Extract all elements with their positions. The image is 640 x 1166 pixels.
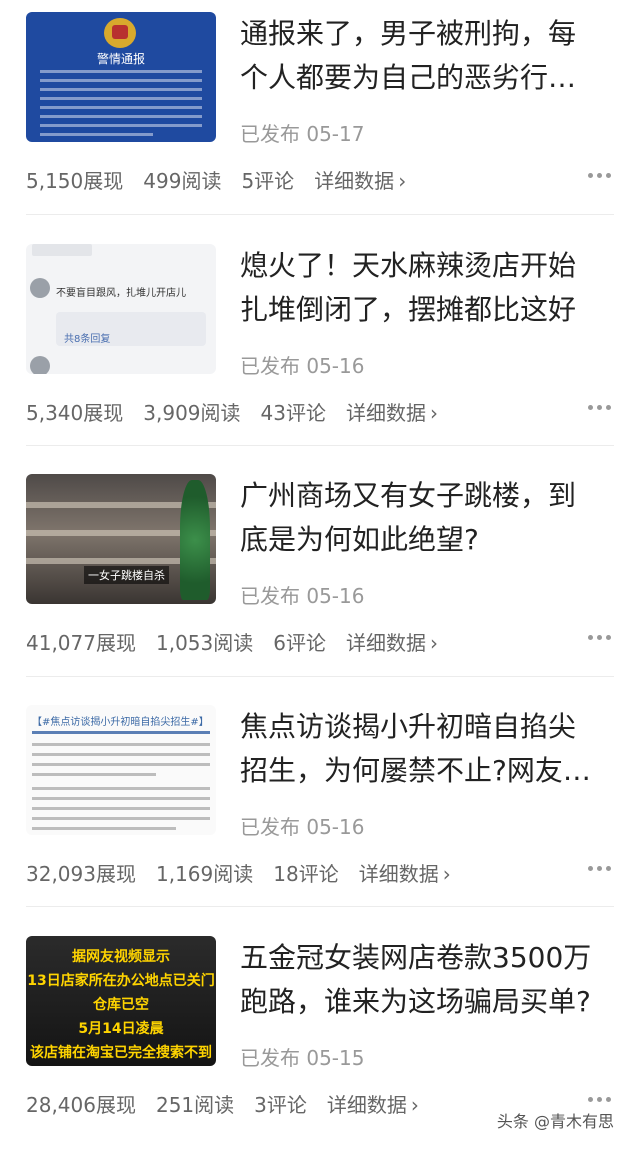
thumbnail-caption: 不要盲目跟风，扎堆儿开店儿 bbox=[56, 288, 186, 299]
more-dots-icon[interactable] bbox=[584, 392, 614, 422]
detail-data-link[interactable]: 详细数据 › bbox=[314, 165, 426, 194]
detail-data-link[interactable]: 详细数据 › bbox=[346, 397, 458, 426]
detail-data-link[interactable]: 详细数据 › bbox=[359, 858, 471, 887]
reads-count: 251阅读 bbox=[155, 1092, 235, 1117]
comments-count: 6评论 bbox=[273, 630, 326, 655]
more-dots-icon[interactable] bbox=[584, 622, 614, 652]
divider bbox=[26, 214, 614, 215]
article-thumbnail[interactable]: 警情通报 bbox=[26, 12, 216, 142]
article-thumbnail[interactable]: 不要盲目跟风，扎堆儿开店儿 共8条回复 bbox=[26, 244, 216, 374]
thumbnail-caption-line: 仓库已空 bbox=[93, 997, 149, 1013]
divider bbox=[26, 445, 614, 446]
publish-date: 已发布 05-16 bbox=[240, 584, 365, 608]
detail-data-link[interactable]: 详细数据 › bbox=[346, 627, 458, 656]
comments-count: 43评论 bbox=[260, 400, 326, 425]
more-dots-icon[interactable] bbox=[584, 853, 614, 883]
article-stats: 32,093展现 1,169阅读 18评论 详细数据 › bbox=[26, 857, 614, 887]
divider bbox=[26, 676, 614, 677]
article-thumbnail[interactable]: 【#焦点访谈揭小升初暗自掐尖招生#】 bbox=[26, 705, 216, 835]
article-title[interactable]: 广州商场又有女子跳楼，到底是为何如此绝望? bbox=[240, 474, 600, 562]
detail-data-label: 详细数据 bbox=[358, 861, 439, 886]
article-title[interactable]: 焦点访谈揭小升初暗自掐尖招生，为何屡禁不止?网友… bbox=[240, 705, 600, 793]
detail-data-label: 详细数据 bbox=[345, 400, 426, 425]
watermark-text: 头条 @青木有思 bbox=[496, 1112, 614, 1131]
reads-count: 1,169阅读 bbox=[155, 861, 254, 886]
divider bbox=[26, 906, 614, 907]
publish-date: 已发布 05-17 bbox=[240, 122, 365, 146]
chevron-right-icon: › bbox=[442, 861, 451, 886]
publish-date: 已发布 05-15 bbox=[240, 1046, 365, 1070]
article-title[interactable]: 五金冠女装网店卷款3500万跑路，谁来为这场骗局买单? bbox=[240, 936, 600, 1024]
thumbnail-caption: 【#焦点访谈揭小升初暗自掐尖招生#】 bbox=[32, 717, 209, 728]
chevron-right-icon: › bbox=[410, 1092, 419, 1117]
views-count: 5,340展现 bbox=[26, 400, 124, 425]
reads-count: 3,909阅读 bbox=[143, 400, 241, 425]
avatar bbox=[30, 356, 50, 374]
thumbnail-caption-line: 13日店家所在办公地点已关门 bbox=[27, 973, 215, 989]
reads-count: 499阅读 bbox=[143, 168, 222, 193]
article-item[interactable]: 不要盲目跟风，扎堆儿开店儿 共8条回复 熄火了！天水麻辣烫店开始扎堆倒闭了，摆摊… bbox=[26, 244, 614, 474]
views-count: 41,077展现 bbox=[26, 630, 136, 655]
chevron-right-icon: › bbox=[398, 168, 407, 193]
chevron-right-icon: › bbox=[429, 630, 438, 655]
comments-count: 3评论 bbox=[254, 1092, 307, 1117]
comments-count: 18评论 bbox=[273, 861, 339, 886]
comments-count: 5评论 bbox=[241, 168, 295, 193]
watermark: 头条 @青木有思 bbox=[497, 1108, 614, 1132]
thumbnail-caption-line: 5月14日凌晨 bbox=[78, 1021, 164, 1037]
article-thumbnail[interactable]: 一女子跳楼自杀 bbox=[26, 474, 216, 604]
publish-date: 已发布 05-16 bbox=[240, 815, 365, 839]
detail-data-label: 详细数据 bbox=[345, 630, 426, 655]
thumbnail-caption-line: 该店铺在淘宝已完全搜索不到 bbox=[30, 1045, 212, 1061]
chevron-right-icon: › bbox=[429, 400, 438, 425]
article-item[interactable]: 警情通报 通报来了，男子被刑拘，每个人都要为自己的恶劣行… 已发布 05-17 … bbox=[26, 12, 614, 242]
article-title[interactable]: 熄火了！天水麻辣烫店开始扎堆倒闭了，摆摊都比这好 bbox=[240, 244, 600, 332]
article-item[interactable]: 【#焦点访谈揭小升初暗自掐尖招生#】 焦点访谈揭小升初暗自掐尖招生，为何屡禁不止… bbox=[26, 705, 614, 935]
detail-data-label: 详细数据 bbox=[326, 1092, 407, 1117]
views-count: 5,150展现 bbox=[26, 168, 124, 193]
views-count: 32,093展现 bbox=[26, 861, 136, 886]
article-stats: 41,077展现 1,053阅读 6评论 详细数据 › bbox=[26, 626, 614, 656]
reply-count: 共8条回复 bbox=[64, 334, 111, 345]
thumbnail-caption-line: 据网友视频显示 bbox=[72, 949, 170, 965]
thumbnail-caption: 一女子跳楼自杀 bbox=[84, 566, 169, 584]
views-count: 28,406展现 bbox=[26, 1092, 136, 1117]
article-thumbnail[interactable]: 据网友视频显示 13日店家所在办公地点已关门 仓库已空 5月14日凌晨 该店铺在… bbox=[26, 936, 216, 1066]
detail-data-label: 详细数据 bbox=[314, 168, 395, 193]
article-item[interactable]: 一女子跳楼自杀 广州商场又有女子跳楼，到底是为何如此绝望? 已发布 05-16 … bbox=[26, 474, 614, 704]
reply-box: 共8条回复 bbox=[56, 312, 206, 346]
reads-count: 1,053阅读 bbox=[155, 630, 254, 655]
thumbnail-caption: 警情通报 bbox=[96, 52, 145, 66]
article-stats: 5,340展现 3,909阅读 43评论 详细数据 › bbox=[26, 396, 614, 426]
article-stats: 5,150展现 499阅读 5评论 详细数据 › bbox=[26, 164, 614, 194]
christmas-tree-icon bbox=[180, 480, 210, 600]
detail-data-link[interactable]: 详细数据 › bbox=[327, 1089, 439, 1118]
publish-date: 已发布 05-16 bbox=[240, 354, 365, 378]
police-badge-icon bbox=[104, 18, 136, 48]
article-title[interactable]: 通报来了，男子被刑拘，每个人都要为自己的恶劣行… bbox=[240, 12, 600, 100]
thumbnail-text-lines bbox=[40, 70, 202, 142]
avatar bbox=[30, 278, 50, 298]
more-dots-icon[interactable] bbox=[584, 160, 614, 190]
